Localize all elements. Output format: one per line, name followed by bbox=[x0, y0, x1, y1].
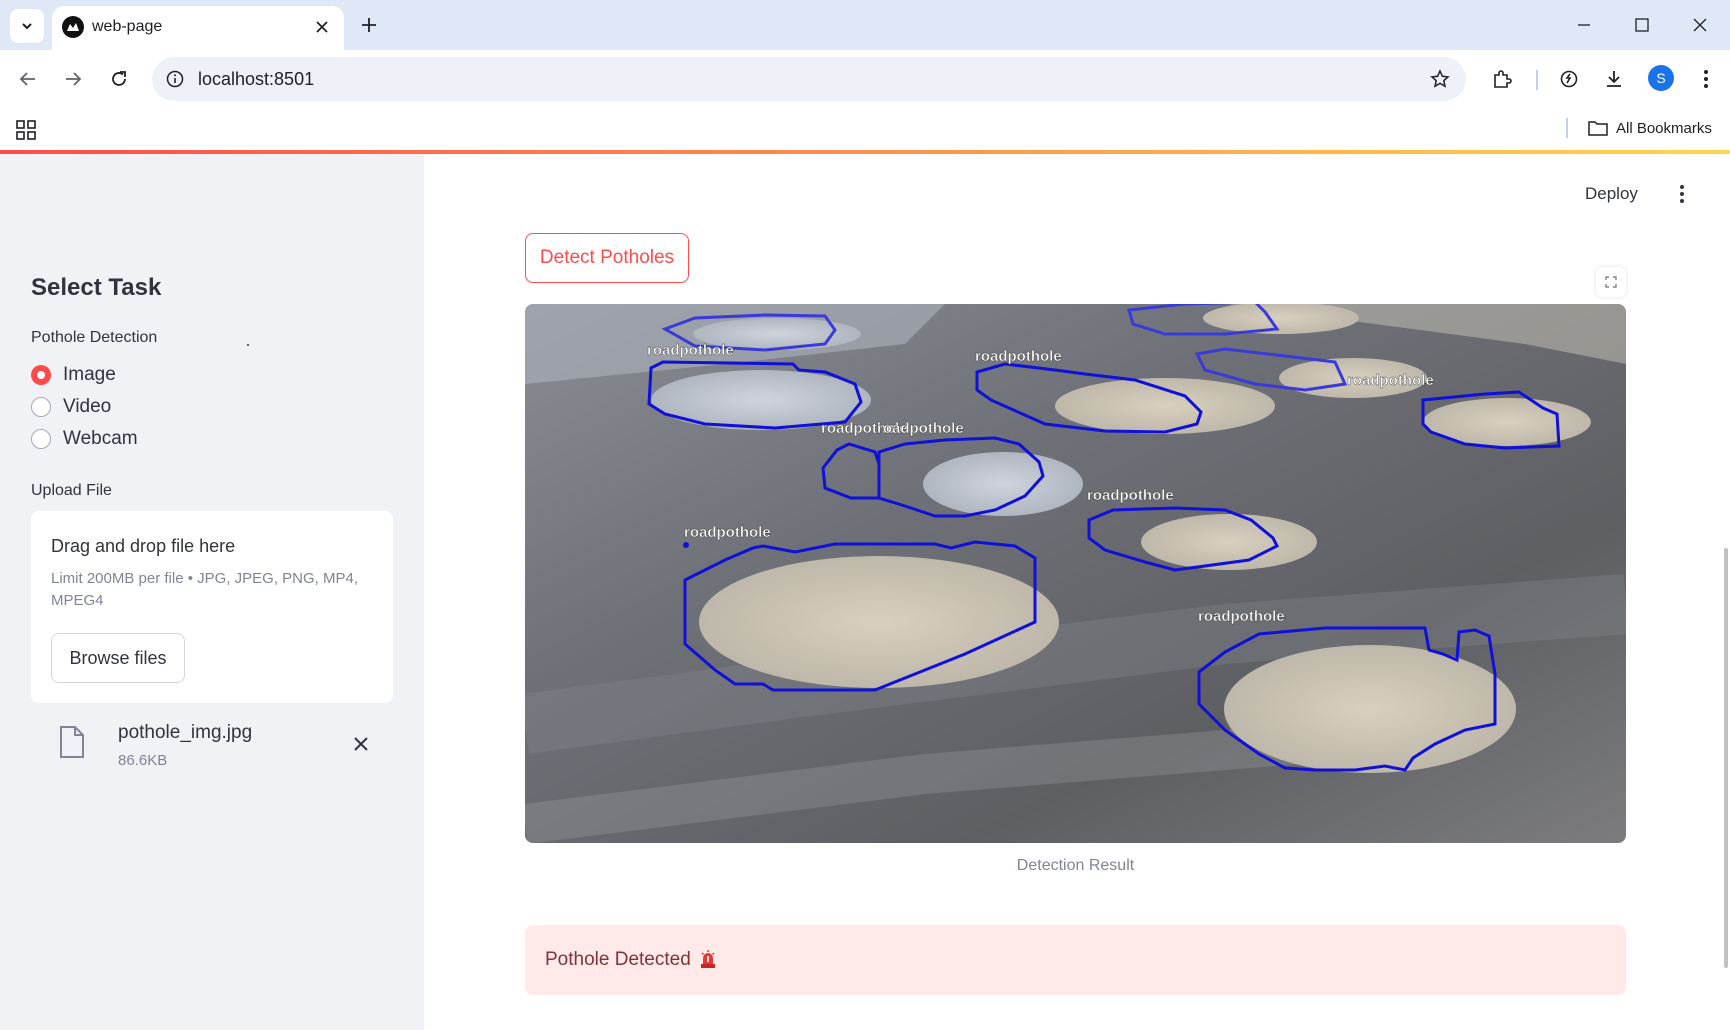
tab-close-icon[interactable] bbox=[310, 15, 334, 39]
detection-label: roadpothole bbox=[684, 524, 771, 541]
radio-unselected-icon[interactable] bbox=[31, 397, 51, 417]
all-bookmarks-label: All Bookmarks bbox=[1616, 119, 1712, 137]
stray-dot bbox=[247, 344, 249, 346]
detection-result-image: roadpothole roadpothole roadpothole road… bbox=[525, 304, 1626, 843]
apps-grid-icon[interactable] bbox=[14, 118, 38, 142]
file-name: pothole_img.jpg bbox=[118, 722, 253, 743]
detection-label: roadpothole bbox=[647, 342, 734, 359]
fullscreen-icon[interactable] bbox=[1596, 267, 1626, 297]
browser-toolbar: localhost:8501 S bbox=[0, 50, 1730, 108]
radio-selected-icon[interactable] bbox=[31, 365, 51, 385]
radio-option-label: Image bbox=[63, 364, 116, 385]
dropzone-limit-text: Limit 200MB per file • JPG, JPEG, PNG, M… bbox=[51, 570, 359, 609]
browser-tab[interactable]: web-page bbox=[52, 6, 344, 50]
task-radio-label: Pothole Detection bbox=[31, 329, 158, 346]
streamlit-favicon-icon bbox=[62, 16, 84, 38]
minimize-icon[interactable] bbox=[1564, 10, 1604, 40]
file-size: 86.6KB bbox=[118, 752, 168, 769]
forward-arrow-icon[interactable] bbox=[57, 63, 89, 95]
profile-avatar[interactable]: S bbox=[1648, 65, 1674, 91]
file-icon bbox=[59, 726, 85, 758]
close-window-icon[interactable] bbox=[1680, 10, 1720, 40]
error-alert: Pothole Detected bbox=[525, 925, 1626, 995]
more-vertical-icon[interactable] bbox=[1690, 63, 1722, 95]
sidebar: Select Task Pothole Detection Image Vide… bbox=[0, 154, 424, 1030]
detection-label: roadpothole bbox=[975, 348, 1062, 365]
detection-label: roadpothole bbox=[877, 420, 964, 437]
pothole-puddle bbox=[1055, 378, 1275, 434]
detection-label: roadpothole bbox=[1087, 487, 1174, 504]
upload-label: Upload File bbox=[31, 482, 112, 499]
page-scrollbar[interactable] bbox=[1724, 548, 1728, 968]
image-caption: Detection Result bbox=[1016, 857, 1135, 874]
bookmark-star-icon[interactable] bbox=[1428, 67, 1452, 91]
detection-dot bbox=[683, 542, 689, 548]
browser-tabstrip: web-page bbox=[0, 0, 1730, 50]
performance-icon[interactable] bbox=[1553, 63, 1585, 95]
browse-files-button[interactable]: Browse files bbox=[51, 633, 185, 683]
chevron-down-icon bbox=[22, 23, 32, 30]
radio-option-image[interactable]: Image bbox=[31, 361, 116, 389]
toolbar-divider bbox=[1536, 70, 1538, 90]
pothole-puddle bbox=[699, 556, 1059, 688]
back-arrow-icon[interactable] bbox=[12, 63, 44, 95]
detection-label: roadpothole bbox=[1198, 608, 1285, 625]
main-menu-vertical-icon[interactable] bbox=[1670, 182, 1694, 206]
new-tab-plus-icon[interactable] bbox=[354, 10, 384, 40]
deploy-button[interactable]: Deploy bbox=[1585, 184, 1638, 204]
extensions-puzzle-icon[interactable] bbox=[1486, 63, 1518, 95]
radio-unselected-icon[interactable] bbox=[31, 429, 51, 449]
main-content: Deploy Detect Potholes roadpothole roadp… bbox=[424, 154, 1730, 1030]
radio-option-label: Video bbox=[63, 396, 112, 417]
maximize-icon[interactable] bbox=[1622, 10, 1662, 40]
all-bookmarks-button[interactable]: All Bookmarks bbox=[1588, 116, 1712, 140]
tab-search-button[interactable] bbox=[10, 9, 44, 43]
reload-icon[interactable] bbox=[103, 63, 135, 95]
tab-title: web-page bbox=[92, 18, 163, 35]
dropzone-title: Drag and drop file here bbox=[51, 536, 236, 556]
sidebar-title: Select Task bbox=[31, 274, 162, 301]
uploaded-file-row: pothole_img.jpg 86.6KB bbox=[31, 714, 393, 778]
url-text: localhost:8501 bbox=[198, 69, 315, 89]
remove-file-close-icon[interactable] bbox=[349, 732, 373, 756]
detect-potholes-button[interactable]: Detect Potholes bbox=[525, 233, 689, 283]
download-icon[interactable] bbox=[1598, 63, 1630, 95]
alert-text: Pothole Detected bbox=[545, 949, 691, 970]
radio-option-label: Webcam bbox=[63, 428, 138, 449]
pothole-puddle bbox=[1224, 645, 1516, 773]
file-dropzone[interactable]: Drag and drop file here Limit 200MB per … bbox=[31, 511, 393, 703]
folder-icon bbox=[1588, 121, 1608, 136]
bookmarks-bar: All Bookmarks bbox=[0, 108, 1730, 152]
address-bar[interactable]: localhost:8501 bbox=[152, 57, 1466, 101]
radio-option-webcam[interactable]: Webcam bbox=[31, 425, 138, 453]
siren-icon bbox=[699, 949, 717, 969]
bookmarks-divider bbox=[1566, 118, 1568, 138]
site-info-icon[interactable] bbox=[164, 68, 186, 90]
radio-option-video[interactable]: Video bbox=[31, 393, 111, 421]
detection-label: roadpothole bbox=[1347, 372, 1434, 389]
